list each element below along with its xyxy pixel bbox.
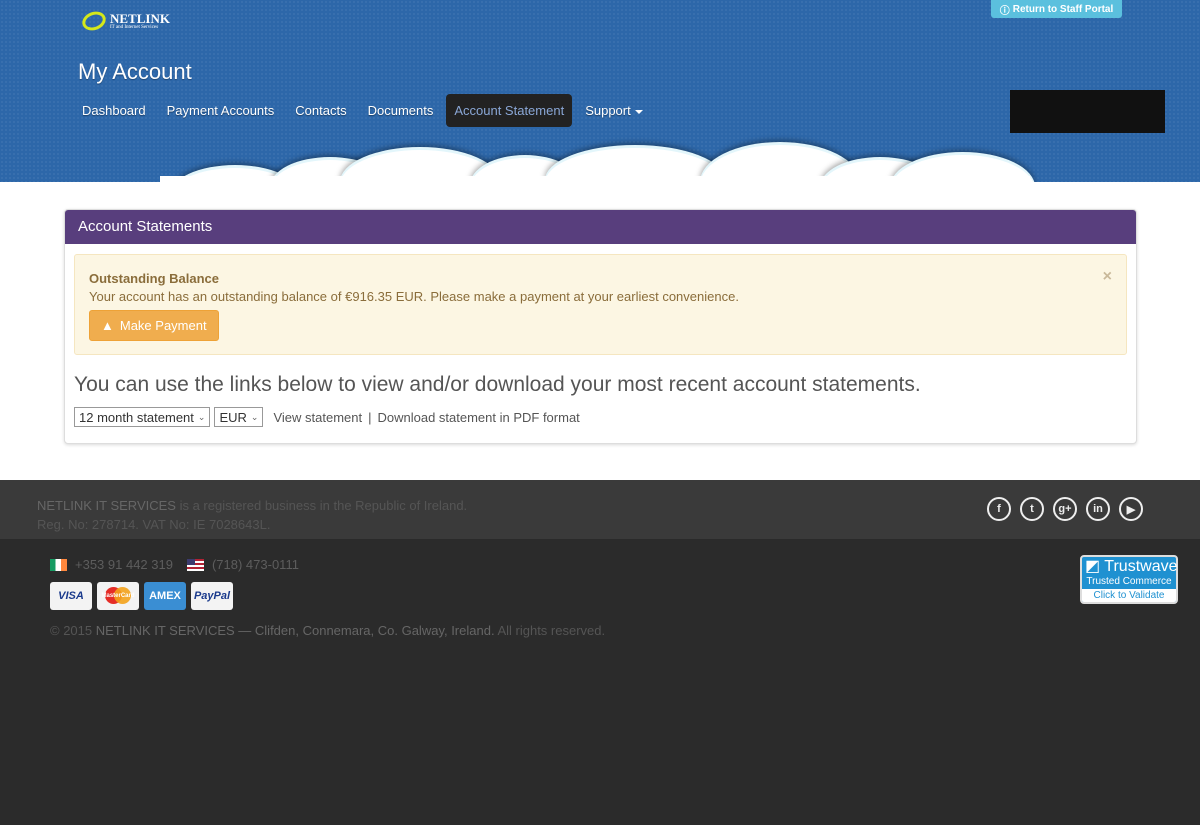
mastercard-icon: MasterCard xyxy=(97,582,139,610)
close-alert-button[interactable]: × xyxy=(1103,268,1112,286)
trustwave-trusted-commerce: Trusted Commerce xyxy=(1086,576,1172,587)
alert-message: Your account has an outstanding balance … xyxy=(89,289,739,304)
account-statements-panel: Account Statements × Outstanding Balance… xyxy=(64,209,1137,444)
chevron-down-icon: ⌄ xyxy=(197,411,206,422)
nav-contacts[interactable]: Contacts xyxy=(287,94,354,127)
nav-payment-accounts[interactable]: Payment Accounts xyxy=(159,94,283,127)
caret-down-icon xyxy=(634,109,643,114)
ireland-flag-icon xyxy=(50,558,67,571)
amex-icon: AMEX xyxy=(144,582,186,610)
nav-documents[interactable]: Documents xyxy=(360,94,442,127)
page-title: My Account xyxy=(78,59,192,84)
period-select[interactable]: 12 month statement ⌄ xyxy=(74,407,211,427)
download-pdf-link[interactable]: Download statement in PDF format xyxy=(377,410,579,425)
info-icon: ⓘ xyxy=(999,5,1010,17)
warning-icon: ▲ xyxy=(101,318,114,333)
main-nav: Dashboard Payment Accounts Contacts Docu… xyxy=(74,94,656,127)
currency-select[interactable]: EUR ⌄ xyxy=(214,407,264,427)
footer-top: NETLINK IT SERVICES is a registered busi… xyxy=(0,480,1200,540)
trustwave-badge[interactable]: ◩ Trustwave Trusted Commerce Click to Va… xyxy=(1080,555,1178,604)
make-payment-button[interactable]: ▲ Make Payment xyxy=(89,310,219,341)
trustwave-logo-icon: ◩ xyxy=(1085,558,1101,575)
return-to-staff-portal-button[interactable]: ⓘ Return to Staff Portal xyxy=(991,0,1122,18)
netlink-logo[interactable]: NETLINK IT and Internet Services xyxy=(79,8,170,34)
visa-icon: VISA xyxy=(50,582,92,610)
alert-heading: Outstanding Balance xyxy=(89,271,220,286)
nav-account-statement[interactable]: Account Statement xyxy=(446,94,573,127)
header: NETLINK IT and Internet Services ⓘ Return … xyxy=(0,0,1200,182)
facebook-icon[interactable]: f xyxy=(987,497,1011,521)
google-plus-icon[interactable]: g+ xyxy=(1053,497,1077,521)
paypal-icon: PayPal xyxy=(191,582,233,610)
panel-title: Account Statements xyxy=(65,210,1136,244)
twitter-icon[interactable]: t xyxy=(1020,497,1044,521)
nav-dashboard[interactable]: Dashboard xyxy=(74,94,154,127)
us-flag-icon xyxy=(186,558,204,571)
footer-bottom: +353 91 442 319 (718) 473-0111 VISA Mast… xyxy=(0,541,1200,825)
trustwave-click-to-validate[interactable]: Click to Validate xyxy=(1082,589,1176,602)
view-statement-link[interactable]: View statement xyxy=(273,410,362,425)
chevron-down-icon: ⌄ xyxy=(250,411,259,422)
redacted-box xyxy=(1010,90,1165,133)
nav-support[interactable]: Support xyxy=(577,94,651,127)
linkedin-icon[interactable]: in xyxy=(1086,497,1110,521)
lead-text: You can use the links below to view and/… xyxy=(74,373,921,396)
youtube-icon[interactable]: ▶ xyxy=(1119,497,1143,521)
outstanding-balance-alert: × Outstanding Balance Your account has a… xyxy=(74,254,1127,355)
main-content: Account Statements × Outstanding Balance… xyxy=(0,182,1200,480)
